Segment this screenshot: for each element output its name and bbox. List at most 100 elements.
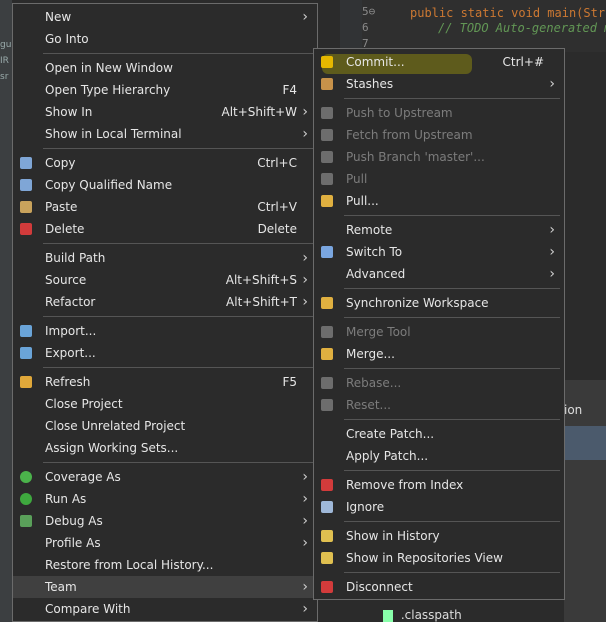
menu-item-label: Show In <box>45 105 93 119</box>
menu-item-show-in-local-terminal[interactable]: Show in Local Terminal › <box>13 123 317 145</box>
menu-item-label: Run As <box>45 492 87 506</box>
menu-item-merge-tool[interactable]: Merge Tool <box>314 321 564 343</box>
menu-separator <box>43 316 313 317</box>
menu-item-restore-from-local-history[interactable]: Restore from Local History... <box>13 554 317 576</box>
menu-item-close-project[interactable]: Close Project <box>13 393 317 415</box>
fetch-icon <box>321 129 333 141</box>
menu-item-go-into[interactable]: Go Into <box>13 28 317 50</box>
menu-item-compare-with[interactable]: Compare With › <box>13 598 317 620</box>
menu-item-synchronize-workspace[interactable]: Synchronize Workspace <box>314 292 564 314</box>
menu-item-export[interactable]: Export... <box>13 342 317 364</box>
merge-tool-icon <box>321 326 333 338</box>
chevron-right-icon: › <box>549 266 555 282</box>
menu-item-delete[interactable]: Delete Delete <box>13 218 317 240</box>
menu-item-show-in-history[interactable]: Show in History <box>314 525 564 547</box>
menu-item-commit[interactable]: Commit... Ctrl+# <box>314 51 564 74</box>
file-icon <box>383 609 393 622</box>
menu-item-open-in-new-window[interactable]: Open in New Window <box>13 57 317 79</box>
menu-item-copy[interactable]: Copy Ctrl+C <box>13 152 317 174</box>
context-menu: New › Go Into Open in New Window Open Type H… <box>12 3 318 622</box>
panel-tab[interactable]: ion <box>564 403 582 417</box>
import-icon <box>20 325 32 337</box>
menu-item-rebase[interactable]: Rebase... <box>314 372 564 394</box>
menu-item-new[interactable]: New › <box>13 6 317 28</box>
menu-item-apply-patch[interactable]: Apply Patch... <box>314 445 564 467</box>
menu-item-merge[interactable]: Merge... <box>314 343 564 365</box>
menu-item-shortcut: Ctrl+V <box>257 200 297 214</box>
menu-item-assign-working-sets[interactable]: Assign Working Sets... <box>13 437 317 459</box>
menu-item-build-path[interactable]: Build Path › <box>13 247 317 269</box>
chevron-right-icon: › <box>302 9 308 25</box>
menu-item-disconnect[interactable]: Disconnect <box>314 576 564 598</box>
menu-item-debug-as[interactable]: Debug As › <box>13 510 317 532</box>
export-icon <box>20 347 32 359</box>
menu-item-source[interactable]: Source Alt+Shift+S › <box>13 269 317 291</box>
menu-item-refactor[interactable]: Refactor Alt+Shift+T › <box>13 291 317 313</box>
menu-item-label: Debug As <box>45 514 103 528</box>
menu-item-label: Paste <box>45 200 78 214</box>
history-icon <box>321 530 333 542</box>
menu-item-show-in-repositories-view[interactable]: Show in Repositories View <box>314 547 564 569</box>
editor-gutter <box>340 0 362 52</box>
menu-item-show-in[interactable]: Show In Alt+Shift+W › <box>13 101 317 123</box>
run-icon <box>20 493 32 505</box>
chevron-right-icon: › <box>302 469 308 485</box>
menu-item-label: Copy <box>45 156 76 170</box>
menu-item-ignore[interactable]: Ignore <box>314 496 564 518</box>
menu-item-label: Import... <box>45 324 97 338</box>
menu-item-create-patch[interactable]: Create Patch... <box>314 423 564 445</box>
menu-separator <box>344 98 560 99</box>
chevron-right-icon: › <box>302 104 308 120</box>
menu-separator <box>344 419 560 420</box>
menu-item-push-branch-master[interactable]: Push Branch 'master'... <box>314 146 564 168</box>
menu-item-open-type-hierarchy[interactable]: Open Type Hierarchy F4 <box>13 79 317 101</box>
menu-item-coverage-as[interactable]: Coverage As › <box>13 466 317 488</box>
chevron-right-icon: › <box>549 76 555 92</box>
menu-item-pull[interactable]: Pull <box>314 168 564 190</box>
menu-separator <box>43 148 313 149</box>
chevron-right-icon: › <box>302 250 308 266</box>
menu-item-advanced[interactable]: Advanced › <box>314 263 564 285</box>
chevron-right-icon: › <box>549 222 555 238</box>
menu-item-team[interactable]: Team › <box>13 576 317 598</box>
tree-fragment: IR <box>0 56 9 66</box>
menu-item-fetch-from-upstream[interactable]: Fetch from Upstream <box>314 124 564 146</box>
menu-separator <box>43 53 313 54</box>
menu-item-paste[interactable]: Paste Ctrl+V <box>13 196 317 218</box>
menu-item-label: Commit... <box>346 55 405 69</box>
menu-item-profile-as[interactable]: Profile As › <box>13 532 317 554</box>
copy-qualified-icon <box>20 179 32 191</box>
menu-item-label: Close Project <box>45 397 123 411</box>
menu-item-label: Push to Upstream <box>346 106 453 120</box>
menu-item-label: Rebase... <box>346 376 402 390</box>
code-line: // TODO Auto-generated m <box>438 21 606 35</box>
menu-item-label: Push Branch 'master'... <box>346 150 485 164</box>
tree-item-classpath[interactable]: .classpath <box>383 608 462 622</box>
menu-item-label: Go Into <box>45 32 89 46</box>
menu-item-refresh[interactable]: Refresh F5 <box>13 371 317 393</box>
menu-item-push-to-upstream[interactable]: Push to Upstream <box>314 102 564 124</box>
menu-item-label: Remove from Index <box>346 478 464 492</box>
menu-item-shortcut: Alt+Shift+W <box>221 105 298 119</box>
menu-item-remove-from-index[interactable]: Remove from Index <box>314 474 564 496</box>
menu-item-label: Advanced <box>346 267 406 281</box>
menu-item-label: Coverage As <box>45 470 121 484</box>
menu-item-import[interactable]: Import... <box>13 320 317 342</box>
menu-item-remote[interactable]: Remote › <box>314 219 564 241</box>
menu-item-label: Merge Tool <box>346 325 411 339</box>
menu-item-run-as[interactable]: Run As › <box>13 488 317 510</box>
code-editor[interactable]: 5⊖ 6 7 public static void main(Stri // T… <box>340 0 606 52</box>
menu-item-pull[interactable]: Pull... <box>314 190 564 212</box>
menu-item-copy-qualified-name[interactable]: Copy Qualified Name <box>13 174 317 196</box>
menu-item-stashes[interactable]: Stashes › <box>314 73 564 95</box>
menu-item-switch-to[interactable]: Switch To › <box>314 241 564 263</box>
menu-item-close-unrelated-project[interactable]: Close Unrelated Project <box>13 415 317 437</box>
menu-item-reset[interactable]: Reset... <box>314 394 564 416</box>
menu-item-label: Assign Working Sets... <box>45 441 179 455</box>
menu-item-label: Restore from Local History... <box>45 558 214 572</box>
menu-separator <box>344 470 560 471</box>
menu-item-label: Create Patch... <box>346 427 435 441</box>
panel-selection <box>564 426 606 460</box>
pull-dialog-icon <box>321 195 333 207</box>
menu-item-label: Pull <box>346 172 368 186</box>
